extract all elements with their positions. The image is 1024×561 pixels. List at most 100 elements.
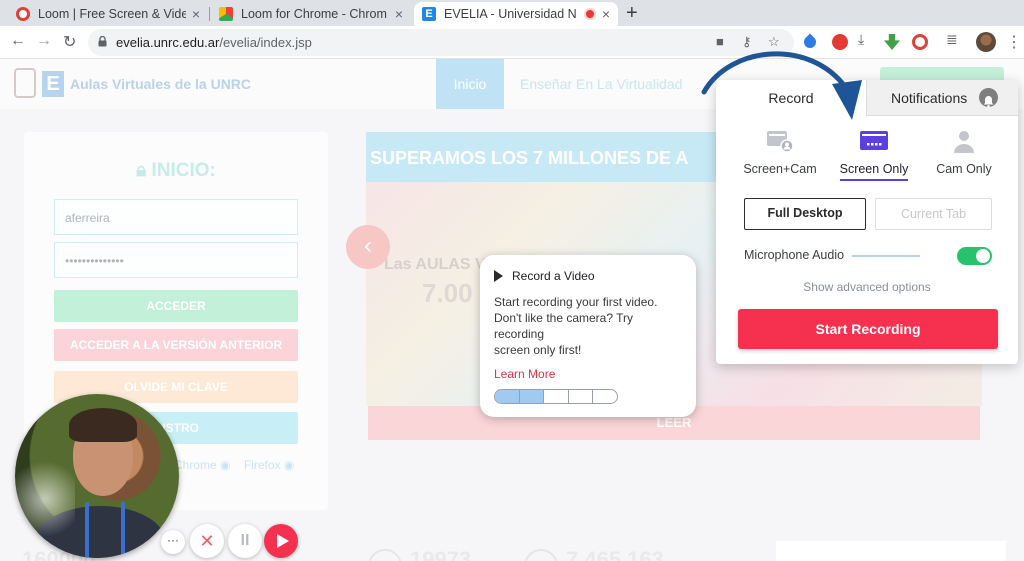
stat-value: 7.465.163 <box>566 547 664 561</box>
recording-indicator-icon <box>583 8 596 20</box>
full-desktop-button[interactable]: Full Desktop <box>744 198 866 230</box>
chrome-link[interactable]: Chrome <box>174 458 217 472</box>
university-seal-icon <box>14 68 36 98</box>
url-path: /evelia/index.jsp <box>219 35 312 50</box>
stat-card <box>776 541 1006 561</box>
current-tab-button[interactable]: Current Tab <box>875 198 992 230</box>
tip-line: Start recording your first video. <box>494 295 658 309</box>
acceder-button[interactable]: ACCEDER <box>54 290 298 322</box>
mode-screen-cam[interactable]: Screen+Cam <box>738 128 822 179</box>
camera-bubble[interactable] <box>15 394 179 558</box>
mode-label: Screen+Cam <box>743 162 817 176</box>
download-icon[interactable]: ⤓ <box>858 31 874 47</box>
tab-notifications[interactable]: Notifications <box>866 80 1018 116</box>
microphone-label: Microphone Audio <box>744 248 845 262</box>
nav-ensenar[interactable]: Enseñar En La Virtualidad <box>520 76 682 92</box>
record-button[interactable] <box>264 524 298 558</box>
toggle-knob <box>976 249 990 263</box>
mode-cam-only[interactable]: Cam Only <box>922 128 1006 179</box>
lock-icon: 🔒︎ <box>136 160 152 181</box>
username-field[interactable]: aferreira <box>54 199 298 235</box>
new-tab-button[interactable]: + <box>626 2 638 25</box>
stat-icon <box>524 549 558 561</box>
mode-label: Cam Only <box>936 162 992 176</box>
record-video-tip: Record a Video Start recording your firs… <box>480 255 696 417</box>
progress-segment <box>569 390 594 403</box>
chrome-store-icon <box>219 7 233 21</box>
tab-loom-home[interactable]: Loom | Free Screen & Vide × <box>8 2 208 26</box>
onboarding-progress <box>494 389 618 404</box>
carousel-prev-button[interactable]: ‹ <box>346 225 390 269</box>
login-title: 🔒︎ INICIO: <box>24 160 328 182</box>
extension-green-arrow-icon[interactable] <box>884 34 900 50</box>
tab-loom-chrome-store[interactable]: Loom for Chrome - Chrom × <box>211 2 411 26</box>
tip-line: screen only first! <box>494 343 582 357</box>
key-icon[interactable]: ⚷ <box>742 34 752 50</box>
stat-icon <box>368 549 402 561</box>
nav-inicio[interactable]: Inicio <box>436 59 504 109</box>
tab-title: Loom for Chrome - Chrom <box>241 7 387 21</box>
tab-title: Loom | Free Screen & Vide <box>38 7 186 21</box>
cancel-recording-button[interactable]: ✕ <box>190 524 224 558</box>
progress-segment <box>519 390 545 403</box>
progress-segment <box>495 390 520 403</box>
tip-line: Don't like the camera? Try <box>494 311 634 325</box>
browser-menu-icon[interactable]: ⋮ <box>1006 32 1022 52</box>
cam-only-icon <box>949 128 979 154</box>
loom-extension-icon[interactable] <box>912 34 928 50</box>
loom-popup: Record Notifications Screen+Cam Screen O… <box>716 80 1018 364</box>
screen-cam-icon <box>765 128 795 154</box>
site-title[interactable]: Aulas Virtuales de la UNRC <box>70 76 251 92</box>
tab-record[interactable]: Record <box>716 80 866 116</box>
extension-red-icon[interactable] <box>832 34 848 50</box>
microphone-toggle[interactable] <box>957 247 992 265</box>
firefox-link[interactable]: Firefox <box>244 458 281 472</box>
tab-close-icon[interactable]: × <box>395 6 403 22</box>
tab-close-icon[interactable]: × <box>602 6 610 22</box>
carousel-headline: SUPERAMOS LOS 7 MILLONES DE A <box>370 148 689 168</box>
browser-toolbar: ← → ↻ evelia.unrc.edu.ar/evelia/index.js… <box>0 26 1024 59</box>
microphone-level-meter <box>852 255 920 257</box>
mode-label: Screen Only <box>839 162 909 181</box>
camera-subject-hair <box>69 408 137 442</box>
start-recording-button[interactable]: Start Recording <box>738 309 998 349</box>
acceder-version-anterior-button[interactable]: ACCEDER A LA VERSIÓN ANTERIOR <box>54 329 298 361</box>
stat-value: 19973 <box>410 547 472 561</box>
camera-permission-icon[interactable]: ■ <box>716 34 724 49</box>
profile-avatar[interactable] <box>976 32 996 52</box>
advanced-options-link[interactable]: Show advanced options <box>716 280 1018 294</box>
url-text: evelia.unrc.edu.ar/evelia/index.jsp <box>116 35 312 50</box>
evelia-icon: E <box>422 7 436 21</box>
reload-icon[interactable]: ↻ <box>63 32 76 52</box>
learn-more-link[interactable]: Learn More <box>494 367 555 381</box>
progress-segment <box>544 390 569 403</box>
carousel-faint-number: 7.00 <box>422 278 473 308</box>
progress-segment <box>593 390 617 403</box>
url-host: evelia.unrc.edu.ar <box>116 35 220 50</box>
tab-separator <box>209 7 210 21</box>
extension-drop-icon[interactable] <box>801 33 819 51</box>
password-field[interactable]: •••••••••••••• <box>54 242 298 278</box>
play-icon <box>494 270 503 282</box>
loom-icon <box>16 7 30 21</box>
tip-title: Record a Video <box>494 269 595 283</box>
mode-screen-only[interactable]: Screen Only <box>832 128 916 181</box>
lock-icon <box>98 36 107 47</box>
tip-title-text: Record a Video <box>512 269 595 283</box>
forward-arrow-icon[interactable]: → <box>36 32 52 50</box>
back-arrow-icon[interactable]: ← <box>10 32 26 50</box>
bell-icon <box>979 88 998 108</box>
tip-line: recording <box>494 327 545 341</box>
supported-browsers: Chrome ◉ Firefox ◉ <box>174 458 295 472</box>
bookmark-star-icon[interactable]: ☆ <box>768 34 780 50</box>
tab-evelia[interactable]: E EVELIA - Universidad N × <box>414 2 618 26</box>
tip-body: Start recording your first video. Don't … <box>494 294 690 358</box>
pause-button[interactable]: II <box>228 524 262 558</box>
camera-subject-lanyard <box>85 502 125 558</box>
play-icon <box>277 534 289 548</box>
carousel-faint-text: Las AULAS V <box>384 256 486 273</box>
address-bar[interactable]: evelia.unrc.edu.ar/evelia/index.jsp ■ ⚷ … <box>88 29 794 56</box>
more-options-button[interactable]: ··· <box>161 530 185 554</box>
media-queue-icon[interactable]: ≣ <box>946 31 962 47</box>
tab-close-icon[interactable]: × <box>192 6 200 22</box>
